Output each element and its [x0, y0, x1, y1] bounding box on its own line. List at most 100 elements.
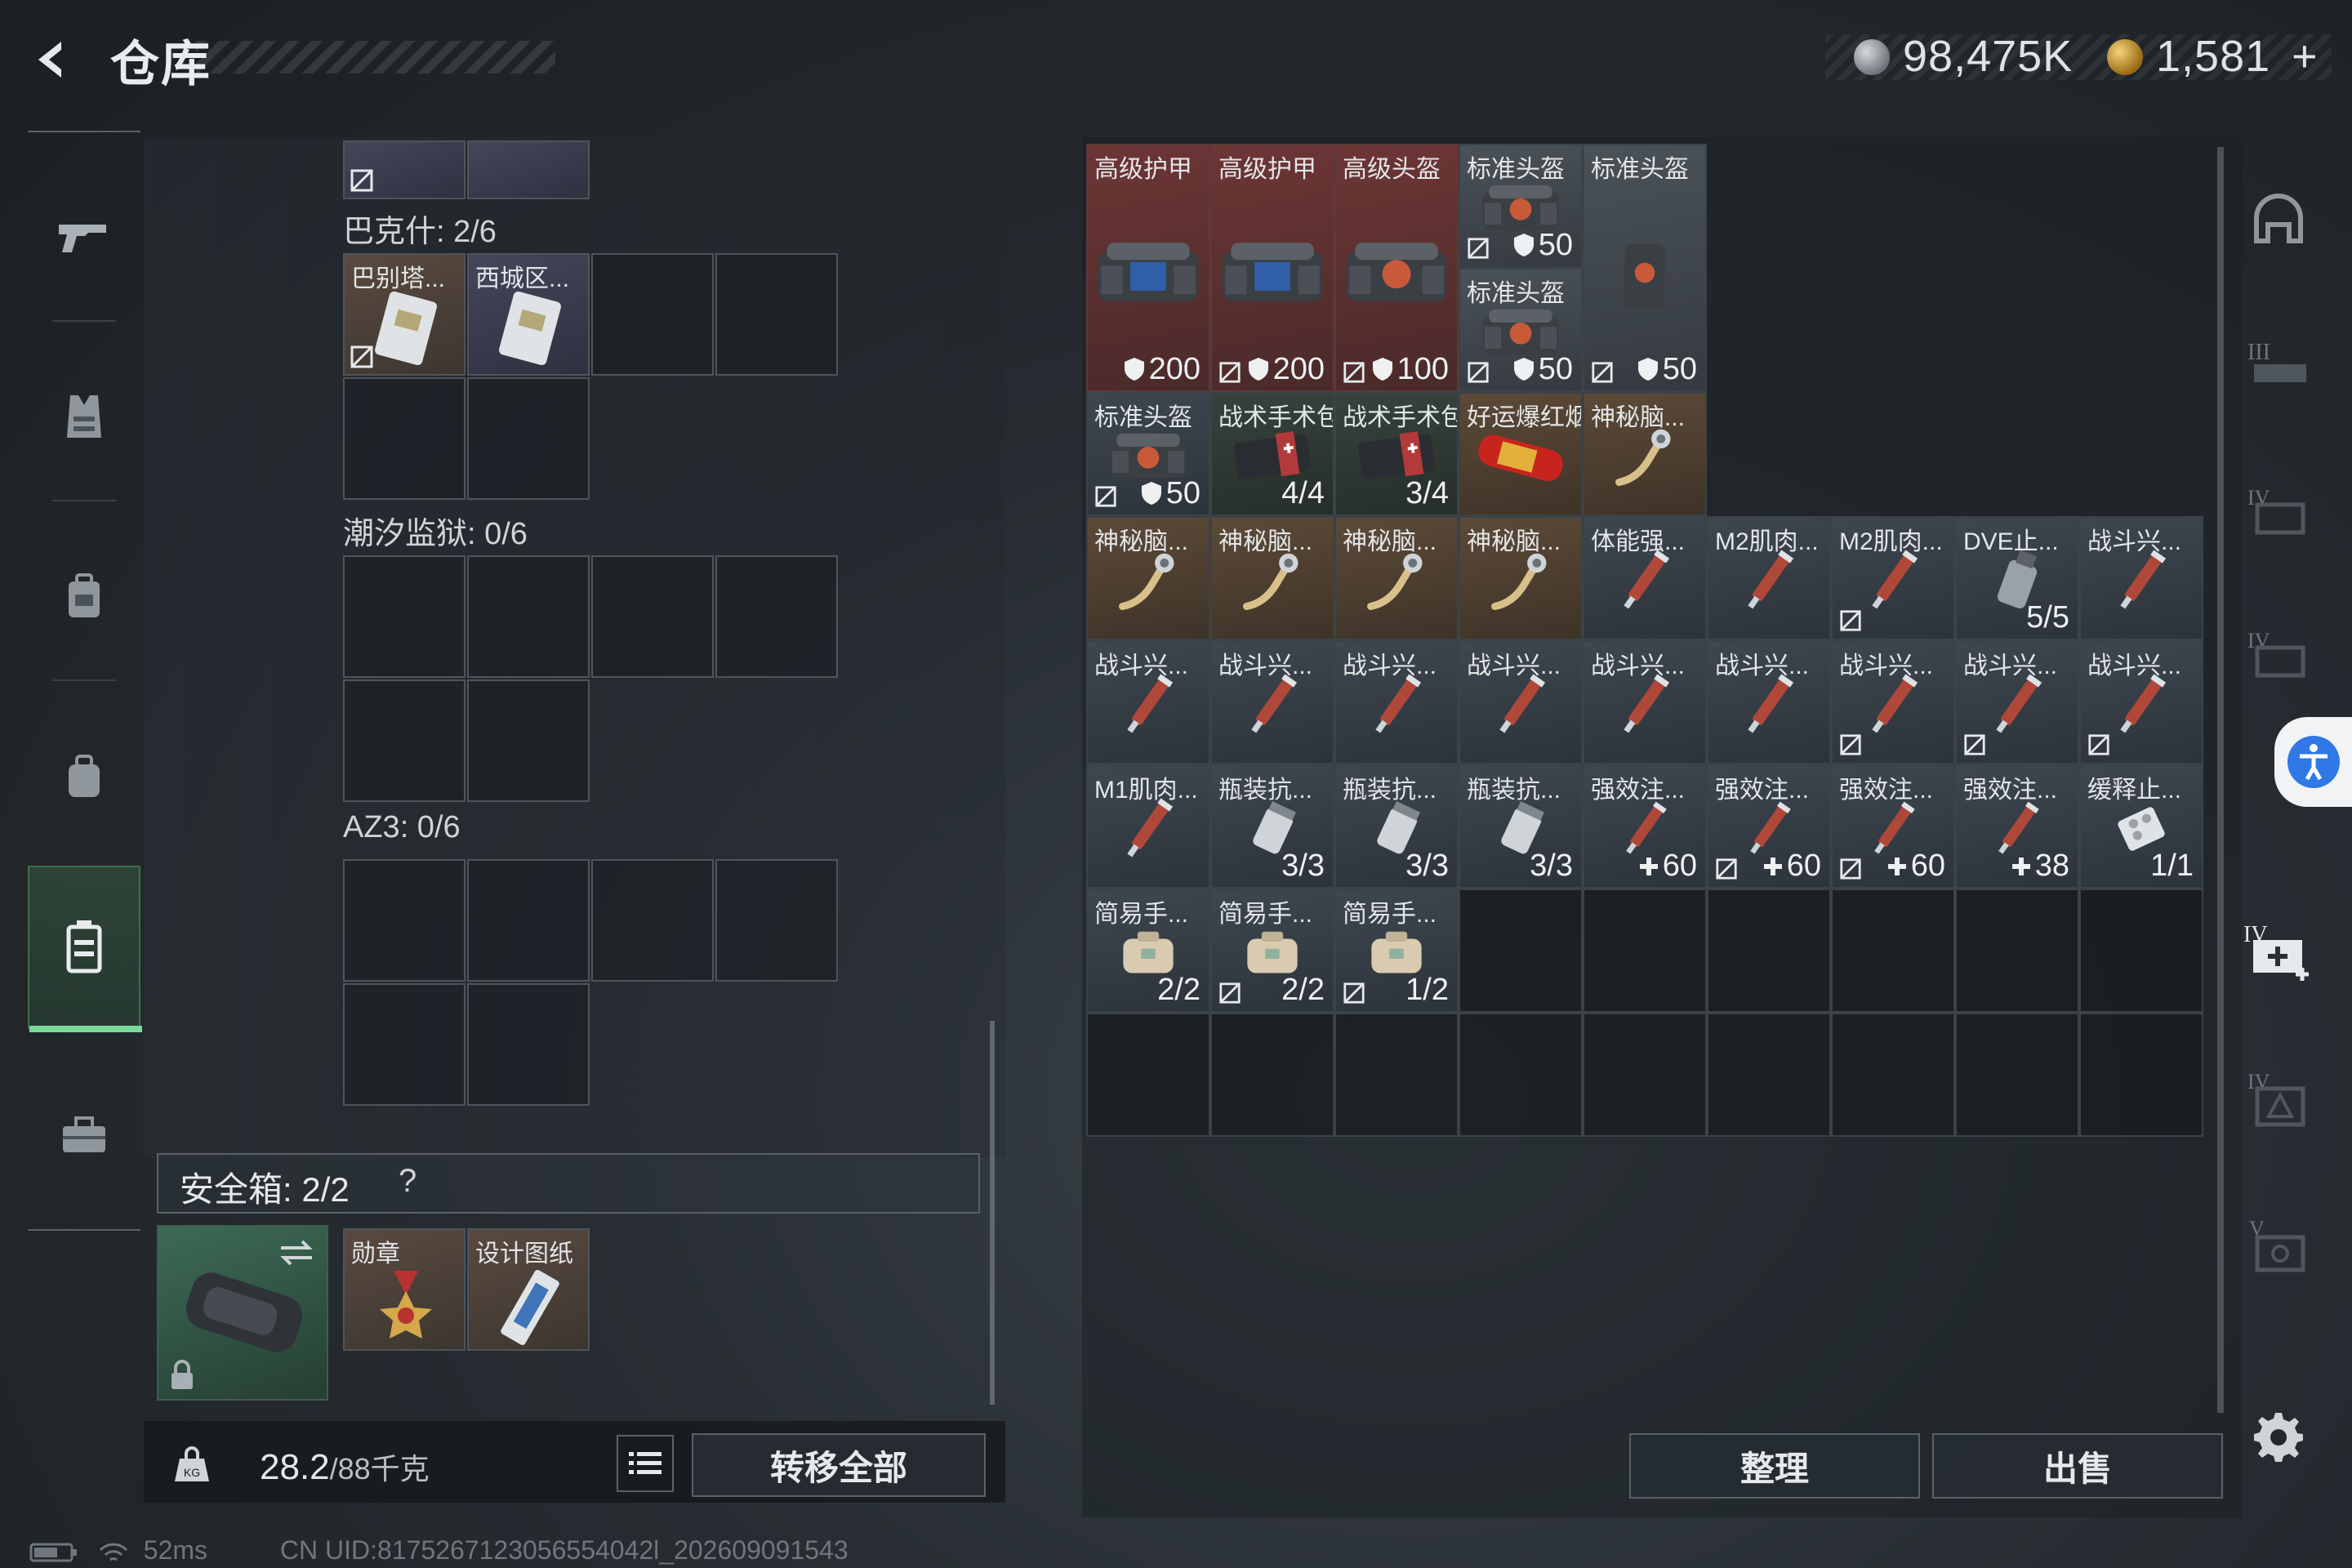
item-cell[interactable]: 好运爆红烟花	[1459, 392, 1583, 516]
empty-slot[interactable]	[715, 859, 838, 982]
empty-slot[interactable]	[467, 983, 590, 1106]
empty-grid-cell[interactable]	[1334, 1013, 1459, 1137]
item-cell[interactable]: M2肌肉...	[1707, 516, 1831, 640]
empty-slot[interactable]	[715, 555, 838, 678]
item-cell[interactable]: 瓶装抗... 3/3	[1459, 764, 1583, 889]
nav-pouch[interactable]	[28, 694, 140, 858]
item-cell[interactable]: 战斗兴...	[1583, 640, 1707, 764]
empty-slot[interactable]	[467, 377, 590, 500]
empty-slot[interactable]	[467, 555, 590, 678]
item-cell[interactable]: 标准头盔 50	[1583, 144, 1707, 392]
item-cell[interactable]: 标准头盔 50	[1459, 144, 1583, 268]
right-nav-box-4a[interactable]: IV	[2238, 466, 2319, 555]
right-nav-helmet[interactable]	[2238, 176, 2319, 265]
empty-grid-cell[interactable]	[2079, 889, 2203, 1013]
item-cell[interactable]: 缓释止... 1/1	[2079, 764, 2203, 889]
item-cell[interactable]: 简易手... 1/2	[1334, 889, 1459, 1013]
item-slot[interactable]: 设计图纸	[467, 1228, 590, 1351]
item-cell[interactable]: 神秘脑...	[1210, 516, 1334, 640]
sell-button[interactable]: 出售	[1932, 1433, 2223, 1499]
item-cell[interactable]: 标准头盔 50	[1459, 268, 1583, 392]
empty-grid-cell[interactable]	[1459, 1013, 1583, 1137]
empty-slot[interactable]	[467, 859, 590, 982]
item-slot[interactable]: 西城区...	[467, 253, 590, 376]
item-cell[interactable]: 战斗兴...	[1831, 640, 1955, 764]
accessibility-button[interactable]	[2274, 717, 2352, 807]
list-view-button[interactable]	[617, 1435, 674, 1492]
safebox-container[interactable]	[157, 1225, 328, 1401]
right-nav-warning-4[interactable]: IV	[2238, 1054, 2319, 1143]
item-cell[interactable]: 战斗兴...	[1210, 640, 1334, 764]
back-button[interactable]	[24, 31, 82, 88]
gold-currency-value[interactable]: 1,581 +	[2156, 31, 2319, 82]
empty-grid-cell[interactable]	[1459, 889, 1583, 1013]
empty-grid-cell[interactable]	[1210, 1013, 1334, 1137]
item-slot[interactable]: 巴别塔...	[343, 253, 466, 376]
item-cell[interactable]: 战术手术包 3/4	[1334, 392, 1459, 516]
item-cell[interactable]: 高级护甲 200	[1210, 144, 1334, 392]
empty-grid-cell[interactable]	[1955, 889, 2079, 1013]
empty-grid-cell[interactable]	[1086, 1013, 1210, 1137]
item-cell[interactable]: 战术手术包 4/4	[1210, 392, 1334, 516]
right-nav-box-4b[interactable]: IV	[2238, 608, 2319, 698]
item-slot[interactable]	[343, 140, 466, 199]
empty-grid-cell[interactable]	[2079, 1013, 2203, 1137]
item-cell[interactable]: 战斗兴...	[1707, 640, 1831, 764]
item-cell[interactable]: 瓶装抗... 3/3	[1334, 764, 1459, 889]
empty-slot[interactable]	[343, 679, 466, 802]
nav-weapons[interactable]	[28, 155, 140, 318]
right-nav-gear-5[interactable]: V	[2238, 1200, 2319, 1290]
empty-grid-cell[interactable]	[1707, 889, 1831, 1013]
nav-armor[interactable]	[28, 335, 140, 498]
item-cell[interactable]: 战斗兴...	[2079, 640, 2203, 764]
empty-slot[interactable]	[343, 555, 466, 678]
item-cell[interactable]: 高级头盔 100	[1334, 144, 1459, 392]
item-cell[interactable]: 神秘脑...	[1334, 516, 1459, 640]
warehouse-scrollbar[interactable]	[2217, 147, 2224, 1413]
safebox-help-button[interactable]: ?	[399, 1163, 416, 1200]
item-cell[interactable]: 简易手... 2/2	[1210, 889, 1334, 1013]
nav-case[interactable]	[28, 866, 142, 1032]
container-scrollbar[interactable]	[990, 1021, 995, 1405]
item-slot[interactable]: 勋章	[343, 1228, 466, 1351]
item-cell[interactable]: 神秘脑...	[1086, 516, 1210, 640]
transfer-all-button[interactable]: 转移全部	[692, 1433, 986, 1497]
item-cell[interactable]: 瓶装抗... 3/3	[1210, 764, 1334, 889]
item-cell[interactable]: 战斗兴...	[1459, 640, 1583, 764]
item-cell[interactable]: DVE止... 5/5	[1955, 516, 2079, 640]
empty-slot[interactable]	[343, 983, 466, 1106]
empty-grid-cell[interactable]	[1583, 889, 1707, 1013]
item-cell[interactable]: 强效注... 60	[1707, 764, 1831, 889]
add-currency-button[interactable]: +	[2292, 32, 2319, 81]
item-cell[interactable]: 强效注... 38	[1955, 764, 2079, 889]
item-cell[interactable]: M1肌肉...	[1086, 764, 1210, 889]
empty-slot[interactable]	[591, 555, 714, 678]
empty-grid-cell[interactable]	[1831, 1013, 1955, 1137]
empty-grid-cell[interactable]	[1583, 1013, 1707, 1137]
item-cell[interactable]: 战斗兴...	[1955, 640, 2079, 764]
empty-slot[interactable]	[343, 377, 466, 500]
item-slot[interactable]	[467, 140, 590, 199]
item-cell[interactable]: 强效注... 60	[1583, 764, 1707, 889]
item-cell[interactable]: 战斗兴...	[1086, 640, 1210, 764]
item-cell[interactable]: 标准头盔 50	[1086, 392, 1210, 516]
empty-slot[interactable]	[715, 253, 838, 376]
item-cell[interactable]: 体能强...	[1583, 516, 1707, 640]
right-nav-medkit-4[interactable]: IV	[2238, 906, 2319, 996]
item-cell[interactable]: 高级护甲 200	[1086, 144, 1210, 392]
empty-grid-cell[interactable]	[1955, 1013, 2079, 1137]
item-cell[interactable]: 神秘脑...	[1583, 392, 1707, 516]
item-cell[interactable]: 简易手... 2/2	[1086, 889, 1210, 1013]
right-nav-rack-3[interactable]: III	[2238, 318, 2319, 408]
sort-button[interactable]: 整理	[1629, 1433, 1920, 1499]
nav-toolbox[interactable]	[28, 1054, 140, 1217]
item-cell[interactable]: 强效注... 60	[1831, 764, 1955, 889]
swap-icon[interactable]	[278, 1238, 315, 1267]
empty-slot[interactable]	[467, 679, 590, 802]
empty-grid-cell[interactable]	[1831, 889, 1955, 1013]
settings-button[interactable]	[2246, 1405, 2311, 1470]
item-cell[interactable]: 战斗兴...	[1334, 640, 1459, 764]
empty-slot[interactable]	[591, 253, 714, 376]
item-cell[interactable]: M2肌肉...	[1831, 516, 1955, 640]
empty-grid-cell[interactable]	[1707, 1013, 1831, 1137]
